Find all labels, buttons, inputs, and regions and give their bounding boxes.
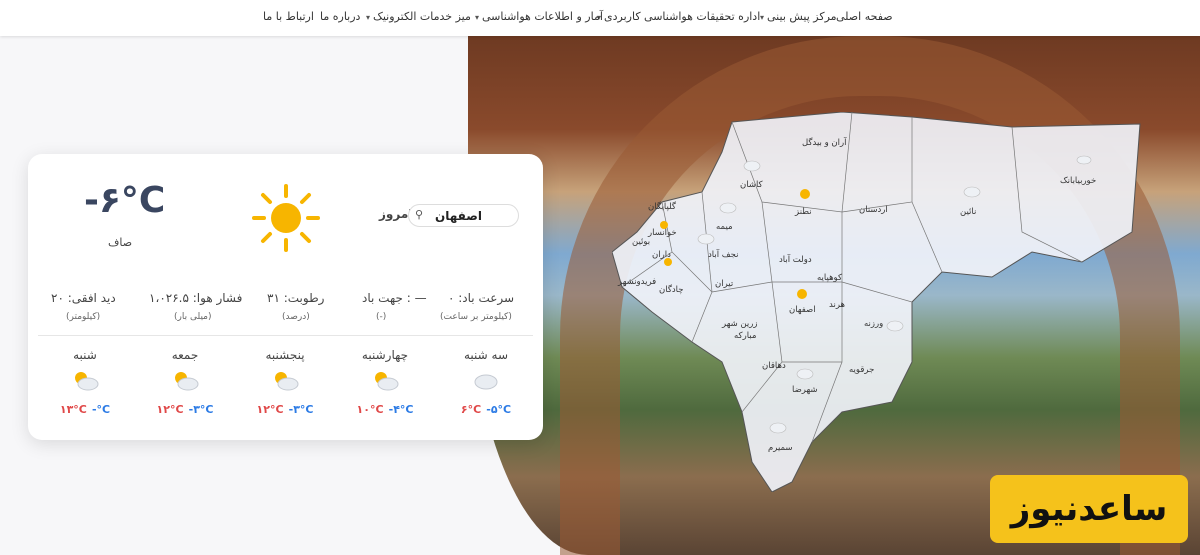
map-label[interactable]: اصفهان [789, 305, 816, 315]
sun-cloud-icon [175, 372, 199, 391]
map-label[interactable]: گلپایگان [648, 201, 677, 212]
forecast-day: سه شنبه ۶°C -۵°C [460, 348, 512, 416]
forecast-day: پنجشنبه ۱۲°C -۳°C [256, 348, 314, 416]
map-label[interactable]: دولت آباد [779, 253, 812, 265]
forecast-low: -۳°C [188, 403, 214, 416]
wind-speed-label: سرعت باد: ۰ [448, 291, 515, 305]
sun-cloud-icon [375, 372, 399, 391]
condition-label: صاف [108, 236, 133, 249]
cloud-icon [796, 368, 814, 380]
map-label[interactable]: بوئین [632, 237, 650, 247]
map-label[interactable]: چادگان [659, 284, 684, 295]
weather-card: امروز ⚲ اصفهان -۶°C صاف سرعت باد: ۰ (کیل… [28, 154, 543, 440]
map-label[interactable]: مبارکه [734, 331, 756, 341]
cloud-icon [743, 160, 761, 172]
nav-e-services[interactable]: ▾ میز خدمات الکترونیک [366, 10, 471, 23]
chevron-down-icon: ▾ [760, 13, 765, 22]
current-temperature: -۶°C [84, 180, 166, 221]
map-label[interactable]: نطنز [794, 207, 812, 217]
nav-statistics[interactable]: ▾ آمار و اطلاعات هواشناسی [475, 10, 603, 23]
cloud-icon [1076, 155, 1092, 165]
cloud-icon [697, 233, 715, 245]
pressure-unit: (میلی بار) [174, 312, 212, 322]
sun-icon [664, 258, 672, 266]
forecast-high: ۱۳°C [59, 403, 87, 416]
pressure-label: فشار هوا: ۱،۰۲۶.۵ [149, 291, 243, 305]
forecast-high: ۱۰°C [356, 403, 384, 416]
sun-icon [797, 289, 807, 299]
chevron-down-icon: ▾ [475, 13, 480, 22]
forecast-high: ۱۲°C [156, 403, 184, 416]
cloud-icon [769, 422, 787, 434]
forecast-low: -۳°C [288, 403, 314, 416]
province-map: آران و بیدگل کاشان نطنز اردستان نائین خو… [612, 112, 1141, 492]
cloud-icon [886, 320, 904, 332]
map-label[interactable]: تیران [715, 279, 734, 289]
nav-contact[interactable]: ارتباط با ما [263, 10, 314, 23]
forecast-high: ۱۲°C [256, 403, 284, 416]
sun-icon [800, 189, 810, 199]
forecast-day: چهارشنبه ۱۰°C -۴°C [356, 348, 414, 416]
map-label[interactable]: ورزنه [864, 319, 883, 329]
map-label[interactable]: نجف آباد [708, 248, 738, 260]
visibility-label: دید افقی: ۲۰ [51, 291, 116, 305]
sun-icon [660, 221, 668, 229]
map-label[interactable]: خوانسار [647, 228, 677, 238]
search-icon[interactable]: ⚲ [415, 208, 423, 221]
divider [38, 335, 533, 336]
map-label[interactable]: جرقویه [849, 365, 874, 375]
humidity-label: رطوبت: ۳۱ [267, 291, 325, 305]
wind-direction-label: جهت باد : — [362, 291, 427, 305]
map-label[interactable]: کوهپایه [817, 273, 843, 283]
map-label[interactable]: کاشان [740, 180, 764, 190]
map-label[interactable]: زرین شهر [721, 319, 757, 329]
sun-cloud-icon [275, 372, 299, 391]
saednews-logo: ساعدنیوز [990, 475, 1188, 543]
forecast-high: ۶°C [460, 403, 482, 416]
city-input-value[interactable]: اصفهان [435, 209, 482, 223]
cloud-icon [719, 202, 737, 214]
forecast-day: شنبه ۱۳°C -°C [59, 348, 111, 416]
map-label[interactable]: هرند [829, 300, 845, 310]
map-label[interactable]: اردستان [859, 205, 888, 215]
map-label[interactable]: خوربیابانک [1060, 176, 1096, 186]
chevron-down-icon: ▾ [366, 13, 371, 22]
sun-icon [252, 184, 320, 252]
cloud-icon [963, 186, 981, 198]
forecast-low: -۴°C [388, 403, 414, 416]
sun-cloud-icon [75, 372, 99, 391]
map-label[interactable]: شهرضا [792, 385, 818, 395]
visibility-unit: (کیلومتر) [66, 312, 101, 322]
nav-home[interactable]: صفحه اصلی [836, 10, 893, 23]
map-label[interactable]: فریدونشهر [617, 277, 656, 287]
forecast-low: -۵°C [486, 403, 512, 416]
map-label[interactable]: میمه [716, 222, 733, 232]
cloud-icon [474, 374, 498, 390]
map-label[interactable]: نائین [960, 207, 976, 217]
city-search[interactable]: ⚲ اصفهان [408, 204, 519, 227]
nav-forecast-center[interactable]: ▾ مرکز پیش بینی [760, 10, 837, 23]
humidity-unit: (درصد) [282, 312, 310, 322]
forecast-day: جمعه ۱۲°C -۳°C [156, 348, 214, 416]
map-label[interactable]: سمیرم [768, 443, 793, 453]
nav-about[interactable]: درباره ما [320, 10, 360, 23]
nav-applied-research[interactable]: ▾ اداره تحقیقات هواشناسی کاربردی [597, 10, 760, 23]
wind-speed-unit: (کیلومتر بر ساعت) [440, 312, 512, 322]
forecast-low: -°C [91, 403, 111, 416]
map-label[interactable]: دهاقان [762, 361, 786, 371]
map-label[interactable]: آران و بیدگل [802, 136, 847, 148]
top-navigation: صفحه اصلی ▾ مرکز پیش بینی ▾ اداره تحقیقات … [0, 0, 1200, 36]
wind-direction-unit: (-) [376, 312, 387, 322]
